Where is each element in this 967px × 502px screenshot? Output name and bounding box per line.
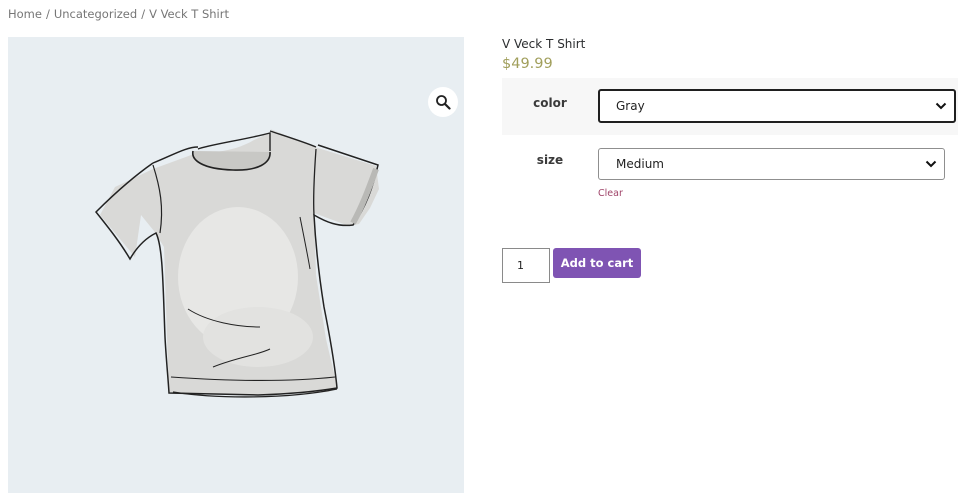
- variation-row-color: color Gray: [502, 78, 958, 135]
- product-price: $49.99: [502, 56, 553, 72]
- size-selected-value: Medium: [616, 157, 664, 171]
- product-gallery[interactable]: [8, 37, 464, 493]
- color-label: color: [533, 96, 567, 110]
- breadcrumb-separator: /: [141, 7, 146, 21]
- breadcrumb-category-link[interactable]: Uncategorized: [54, 7, 137, 21]
- product-title: V Veck T Shirt: [502, 37, 586, 51]
- clear-variations-link[interactable]: Clear: [598, 188, 623, 199]
- chevron-down-icon: [935, 99, 947, 113]
- breadcrumb-separator: /: [45, 7, 50, 21]
- add-to-cart-button[interactable]: Add to cart: [553, 248, 641, 278]
- color-selected-value: Gray: [616, 99, 645, 113]
- product-image: [94, 129, 379, 398]
- quantity-input[interactable]: [502, 248, 550, 283]
- chevron-down-icon: [925, 157, 937, 171]
- variation-row-size: size Medium Clear: [502, 135, 958, 199]
- magnifier-icon: [435, 94, 451, 110]
- color-select[interactable]: Gray: [598, 89, 956, 123]
- size-label: size: [536, 153, 564, 167]
- size-select[interactable]: Medium: [598, 148, 945, 180]
- breadcrumb-current: V Veck T Shirt: [149, 7, 229, 21]
- breadcrumb: Home / Uncategorized / V Veck T Shirt: [8, 7, 229, 21]
- zoom-button[interactable]: [428, 87, 458, 117]
- breadcrumb-home-link[interactable]: Home: [8, 7, 42, 21]
